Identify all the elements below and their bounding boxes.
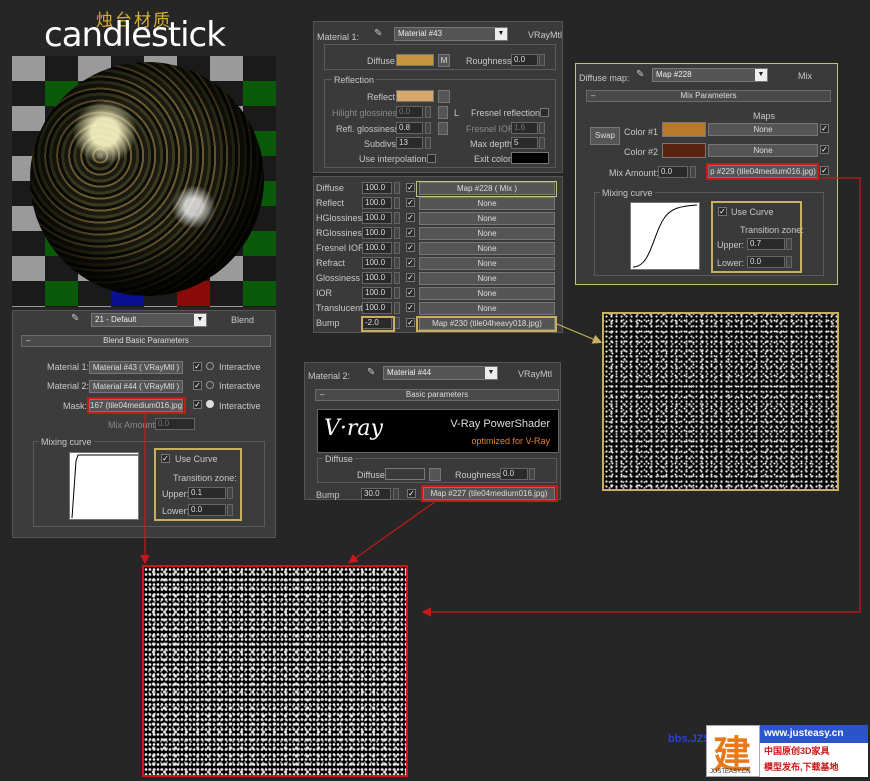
bump-to-image-arrow <box>556 323 603 344</box>
connector-arrows <box>140 177 861 617</box>
watermark-line1: 中国原创3D家具 <box>764 746 830 756</box>
mix-to-image-arrow <box>421 177 861 617</box>
watermark-banner: www.justeasy.cn 中国原创3D家具 模型发布,下载基地 <box>760 725 868 777</box>
watermark-site: www.justeasy.cn <box>760 725 868 743</box>
bump2-to-image-arrow <box>348 500 437 564</box>
watermark-line2: 模型发布,下载基地 <box>764 762 839 772</box>
watermark-logo: 建 JUSTEASY.CN <box>706 725 760 777</box>
logo-sub: JUSTEASY.CN <box>710 769 751 775</box>
